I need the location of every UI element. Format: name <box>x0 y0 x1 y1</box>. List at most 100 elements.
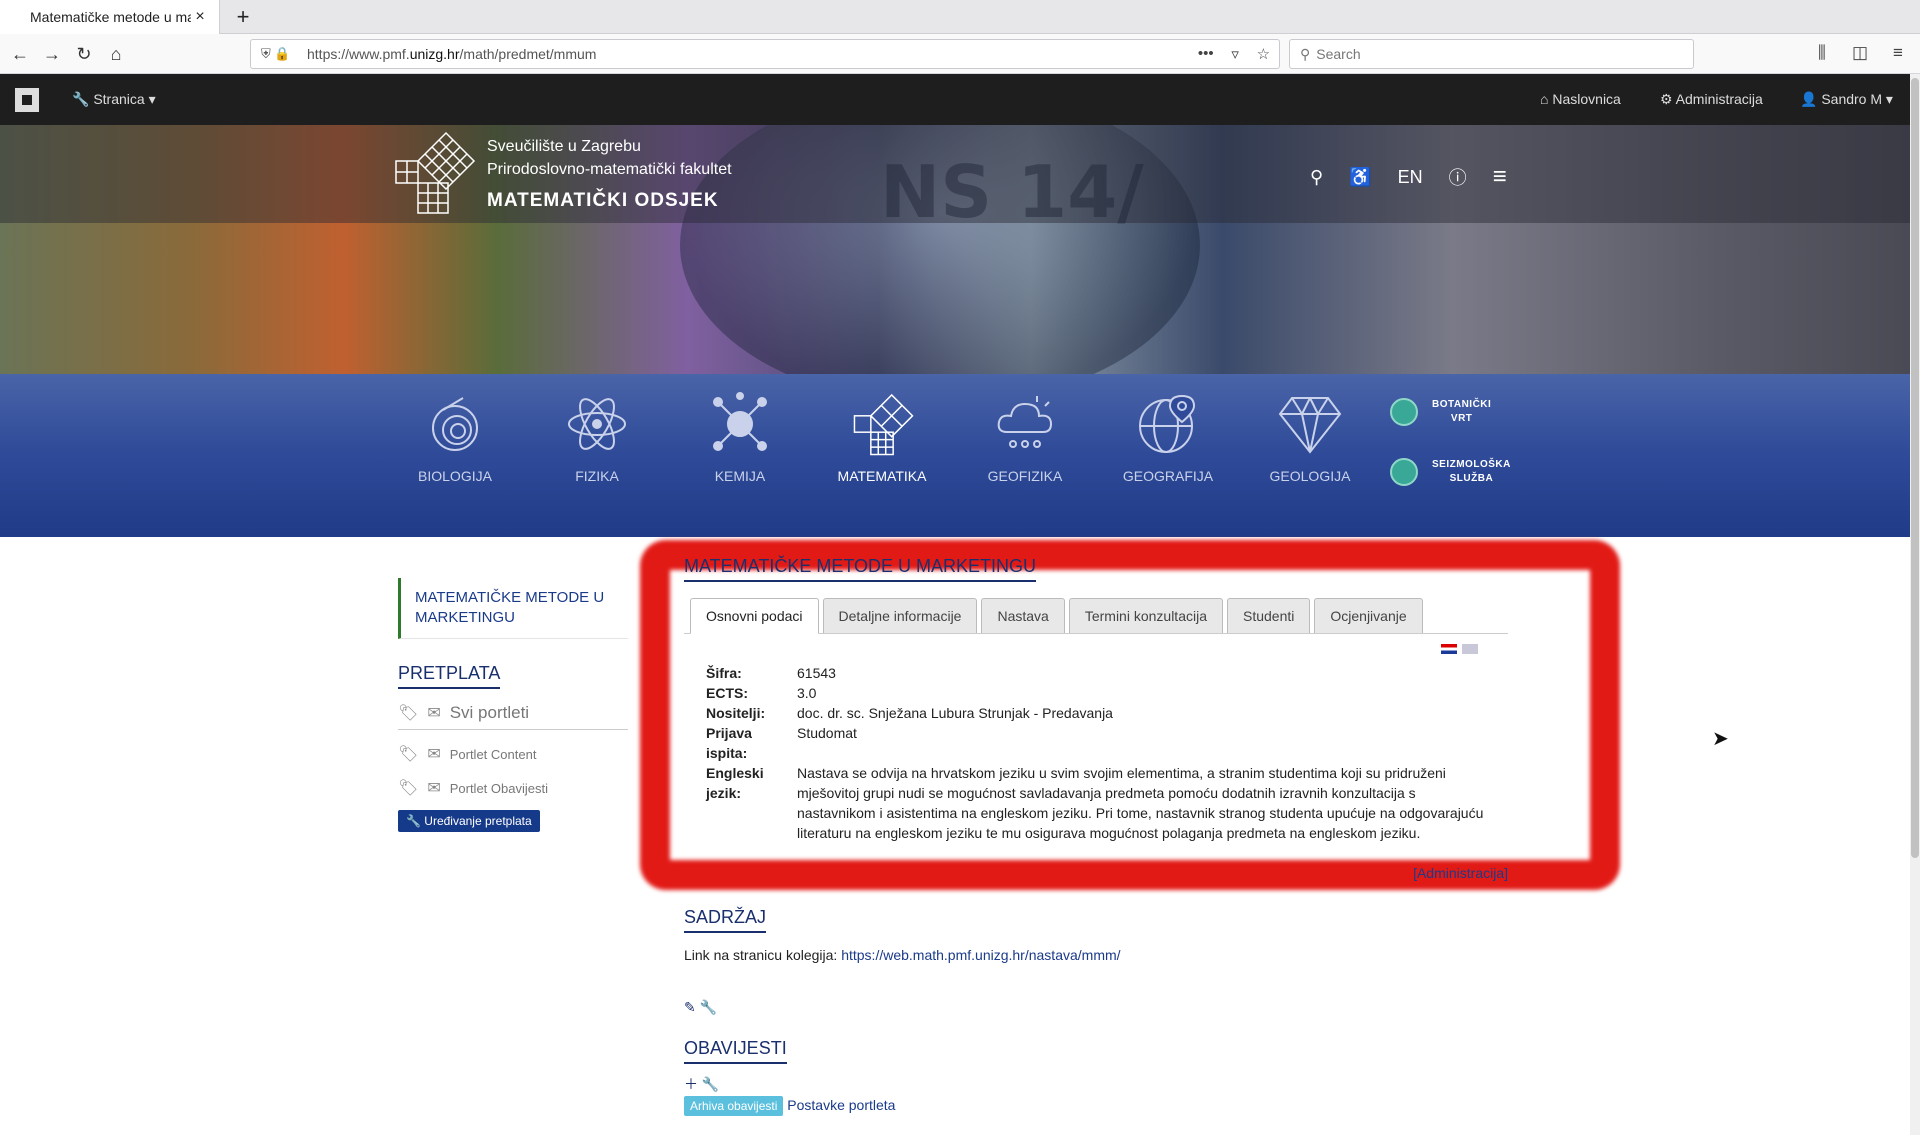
link-seizmoloska-sluzba[interactable]: SEIZMOLOŠKA SLUŽBA <box>1390 458 1511 486</box>
tab-termini-konzultacija[interactable]: Termini konzultacija <box>1068 598 1223 633</box>
wrench-icon[interactable]: 🔧 <box>700 999 717 1015</box>
edit-subscription-button[interactable]: 🔧 Uređivanje pretplata <box>398 810 540 832</box>
url-bar[interactable]: ⛨ 🔒 https://www.pmf.unizg.hr/math/predme… <box>250 39 1280 69</box>
left-sidebar: MATEMATIČKE METODE U MARKETINGU PRETPLAT… <box>398 578 628 832</box>
back-icon[interactable]: ← <box>6 41 34 67</box>
pocket-icon[interactable]: ▿ <box>1231 45 1239 63</box>
category-fizika[interactable]: FIZIKA <box>527 392 667 484</box>
course-page-link[interactable]: https://web.math.pmf.unizg.hr/nastava/mm… <box>841 947 1120 963</box>
tags-icon: 🏷 <box>398 780 419 797</box>
page-menu[interactable]: 🔧 Stranica ▾ <box>72 91 156 108</box>
bookmark-star-icon[interactable]: ☆ <box>1257 45 1270 63</box>
wrench-icon[interactable]: 🔧 <box>702 1076 719 1092</box>
category-geologija[interactable]: GEOLOGIJA <box>1240 392 1380 484</box>
browser-tab[interactable]: Matematičke metode u marketingu × <box>0 0 220 34</box>
subscription-title: PRETPLATA <box>398 663 501 689</box>
tab-ocjenjivanje[interactable]: Ocjenjivanje <box>1314 598 1423 633</box>
envelope-icon: ✉ <box>427 780 441 797</box>
page-title: MATEMATIČKE METODE U MARKETINGU <box>684 556 1037 582</box>
leaf-icon <box>1390 398 1418 426</box>
news-archive-button[interactable]: Arhiva obavijesti <box>684 1096 784 1116</box>
sidebar-icon[interactable]: ◫ <box>1852 43 1868 63</box>
info-row-nositelji: Nositelji: doc. dr. sc. Snježana Lubura S… <box>706 705 1113 721</box>
atom-icon <box>568 398 626 450</box>
course-link-row: Link na stranicu kolegija: https://web.m… <box>684 947 1121 963</box>
search-icon[interactable]: ⚲ <box>1310 167 1323 188</box>
subscription-portlet-news[interactable]: 🏷 ✉ Portlet Obavijesti <box>398 778 628 798</box>
more-icon[interactable]: ••• <box>1198 45 1214 63</box>
department-name: MATEMATIČKI ODSJEK <box>487 190 719 211</box>
faculty-name[interactable]: Sveučilište u Zagrebu Prirodoslovno-mate… <box>487 135 732 212</box>
library-icon[interactable]: ⫼ <box>1818 43 1826 63</box>
site-admin-bar: 🔧 Stranica ▾ ⌂ Naslovnica ⚙ Administraci… <box>0 74 1910 125</box>
sidebar-item-current-course[interactable]: MATEMATIČKE METODE U MARKETINGU <box>398 578 628 639</box>
hamburger-menu-icon[interactable]: ≡ <box>1493 163 1507 191</box>
user-menu[interactable]: 👤 Sandro M ▾ <box>1800 91 1893 108</box>
search-icon: ⚲ <box>1300 45 1311 62</box>
envelope-icon: ✉ <box>427 746 441 763</box>
url-text: https://www.pmf.unizg.hr/math/predmet/mm… <box>307 46 597 62</box>
category-kemija[interactable]: KEMIJA <box>670 392 810 484</box>
pythagoras-icon <box>853 393 914 456</box>
tab-title: Matematičke metode u marketingu <box>30 9 191 25</box>
tab-nastava[interactable]: Nastava <box>981 598 1065 633</box>
category-geofizika[interactable]: GEOFIZIKA <box>955 392 1095 484</box>
news-actions: Arhiva obavijesti Postavke portleta <box>684 1096 1508 1116</box>
accessibility-icon[interactable]: ♿ <box>1349 167 1371 188</box>
croatian-flag-icon[interactable] <box>1441 644 1458 654</box>
link-botanicki-vrt[interactable]: BOTANIČKI VRT <box>1390 398 1491 426</box>
home-icon[interactable]: ⌂ <box>102 41 130 67</box>
tab-detaljne-informacije[interactable]: Detaljne informacije <box>822 598 978 633</box>
browser-tab-strip: Matematičke metode u marketingu × + <box>0 0 1920 34</box>
envelope-icon: ✉ <box>427 705 441 722</box>
shell-icon <box>432 397 478 451</box>
home-link[interactable]: ⌂ Naslovnica <box>1540 91 1621 107</box>
tags-icon: 🏷 <box>398 705 419 722</box>
portlet-settings-link[interactable]: Postavke portleta <box>787 1097 895 1113</box>
news-tools: ＋ 🔧 <box>684 1074 1508 1094</box>
tab-studenti[interactable]: Studenti <box>1227 598 1311 633</box>
info-icon[interactable]: ⓘ <box>1449 164 1467 190</box>
administration-link[interactable]: [Administracija] <box>684 865 1508 881</box>
subscription-all-portlets[interactable]: 🏷 ✉ Svi portleti <box>398 703 628 730</box>
english-flag-icon[interactable] <box>1462 644 1478 654</box>
category-biologija[interactable]: BIOLOGIJA <box>385 392 525 484</box>
site-logo-icon[interactable] <box>15 88 39 112</box>
seismograph-icon <box>1390 458 1418 486</box>
browser-toolbar: ← → ↻ ⌂ ⛨ 🔒 https://www.pmf.unizg.hr/mat… <box>0 34 1920 74</box>
mouse-cursor-icon: ➤ <box>1712 728 1729 750</box>
header-strip <box>0 125 1910 223</box>
cloud-rain-icon <box>997 396 1053 448</box>
plus-icon[interactable]: ＋ <box>684 1076 698 1092</box>
faculty-logo-icon[interactable] <box>390 129 476 215</box>
tab-osnovni-podaci[interactable]: Osnovni podaci <box>690 598 819 634</box>
admin-link[interactable]: ⚙ Administracija <box>1660 91 1763 108</box>
language-switch[interactable]: EN <box>1398 167 1423 188</box>
pencil-icon[interactable]: ✎ <box>684 999 696 1015</box>
subscription-portlet-content[interactable]: 🏷 ✉ Portlet Content <box>398 744 628 764</box>
menu-icon[interactable]: ≡ <box>1893 43 1903 63</box>
url-actions: ••• ▿ ☆ <box>1189 45 1279 63</box>
info-row-prijava-ispita: Prijava ispita: Studomat <box>706 725 857 761</box>
university-name: Sveučilište u Zagrebu <box>487 138 641 155</box>
news-section-title: OBAVIJESTI <box>684 1038 787 1064</box>
tags-icon: 🏷 <box>398 746 419 763</box>
search-placeholder: Search <box>1316 46 1361 62</box>
course-tabs: Osnovni podaci Detaljne informacije Nast… <box>684 598 1508 634</box>
globe-pin-icon <box>1139 394 1196 453</box>
close-icon[interactable]: × <box>191 8 209 26</box>
new-tab-button[interactable]: + <box>230 4 256 30</box>
search-bar[interactable]: ⚲ Search <box>1289 39 1694 69</box>
lock-icon: ⛨ 🔒 <box>261 46 291 61</box>
reload-icon[interactable]: ↻ <box>70 41 98 67</box>
scrollbar-thumb[interactable] <box>1911 78 1919 858</box>
forward-icon[interactable]: → <box>38 41 66 67</box>
faculty-title: Prirodoslovno-matematički fakultet <box>487 161 732 178</box>
category-matematika[interactable]: MATEMATIKA <box>812 392 952 484</box>
info-row-sifra: Šifra: 61543 <box>706 665 836 681</box>
category-geografija[interactable]: GEOGRAFIJA <box>1098 392 1238 484</box>
language-flags <box>684 644 1508 657</box>
content-tools: ✎ 🔧 <box>684 999 1508 1016</box>
header-tools: ⚲ ♿ EN ⓘ ≡ <box>1310 163 1533 191</box>
info-row-ects: ECTS: 3.0 <box>706 685 817 701</box>
